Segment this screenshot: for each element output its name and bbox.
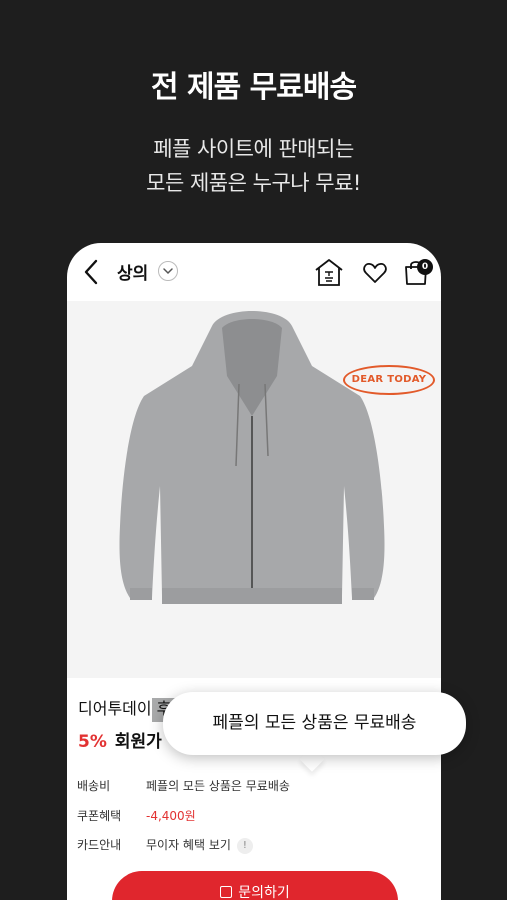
shipping-info-row: 배송비 페플의 모든 상품은 무료배송 bbox=[77, 777, 290, 794]
inquiry-button[interactable]: 문의하기 bbox=[112, 871, 398, 900]
info-value: -4,400원 bbox=[146, 809, 196, 823]
top-nav-bar: 상의 0 bbox=[67, 243, 441, 301]
promo-title: 전 제품 무료배송 bbox=[150, 70, 357, 105]
info-label: 배송비 bbox=[77, 779, 111, 793]
back-arrow-icon[interactable] bbox=[81, 259, 103, 285]
info-label: 쿠폰혜택 bbox=[77, 809, 122, 823]
home-icon[interactable] bbox=[313, 257, 345, 287]
chevron-down-icon[interactable] bbox=[158, 261, 178, 281]
product-image[interactable]: DEAR TODAY bbox=[67, 301, 441, 722]
document-icon bbox=[220, 886, 233, 898]
category-title[interactable]: 상의 bbox=[117, 259, 148, 284]
info-icon[interactable]: ! bbox=[236, 837, 253, 854]
card-info-row[interactable]: 카드안내 무이자 혜택 보기! bbox=[77, 836, 253, 854]
info-label: 카드안내 bbox=[77, 838, 122, 852]
info-value[interactable]: 무이자 혜택 보기 bbox=[146, 838, 231, 852]
promo-subtitle-line2: 모든 제품은 누구나 무료! bbox=[146, 171, 361, 195]
info-value: 페플의 모든 상품은 무료배송 bbox=[146, 779, 290, 793]
phone-screen: 상의 0 DEAR TODAY 디어투데이 후드 5% 회원가 · 배송비 페플… bbox=[67, 243, 441, 900]
cart-count-badge: 0 bbox=[417, 259, 433, 275]
free-shipping-tooltip: 페플의 모든 상품은 무료배송 bbox=[163, 692, 466, 755]
discount-rate: 5% bbox=[78, 732, 107, 752]
inquiry-button-label: 문의하기 bbox=[238, 885, 290, 900]
promo-subtitle-line1: 페플 사이트에 판매되는 bbox=[153, 137, 354, 161]
brand-logo: DEAR TODAY bbox=[343, 365, 435, 395]
coupon-info-row: 쿠폰혜택 -4,400원 bbox=[77, 807, 196, 824]
heart-icon[interactable] bbox=[362, 260, 388, 286]
price-line: 5% 회원가 · bbox=[78, 727, 174, 752]
hoodie-image bbox=[119, 311, 385, 604]
